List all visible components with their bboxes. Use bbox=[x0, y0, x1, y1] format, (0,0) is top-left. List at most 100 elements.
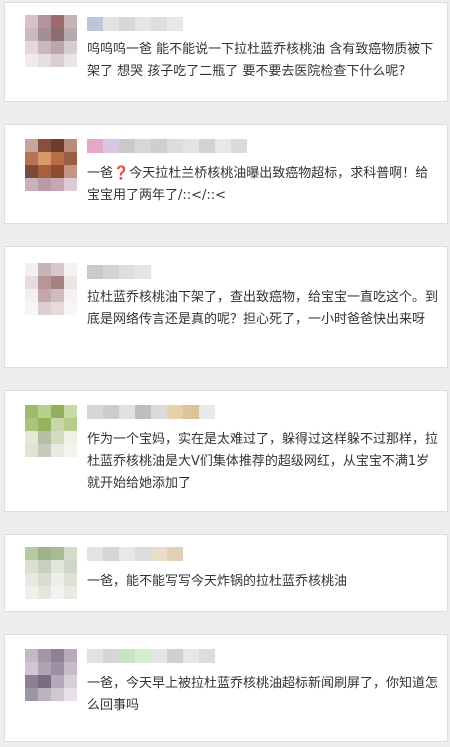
avatar-pixel bbox=[51, 28, 64, 41]
comment-text: 作为一个宝妈，实在是太难过了，躲得过这样躲不过那样，拉杜蓝乔核桃油是大V们集体推… bbox=[87, 432, 439, 491]
avatar-pixel bbox=[38, 276, 51, 289]
avatar-pixel bbox=[25, 405, 38, 418]
name-pixel bbox=[151, 405, 167, 419]
avatar-pixel bbox=[51, 41, 64, 54]
comment-text: 一爸，能不能写写今天炸锅的拉杜蓝乔核桃油 bbox=[87, 574, 348, 589]
avatar-pixel bbox=[51, 662, 64, 675]
avatar-pixel bbox=[25, 263, 38, 276]
name-pixel bbox=[135, 405, 151, 419]
user-name[interactable] bbox=[87, 405, 215, 419]
avatar[interactable] bbox=[25, 139, 77, 191]
comment-card[interactable]: 呜呜呜一爸 能不能说一下拉杜蓝乔核桃油 含有致癌物质被下架了 想哭 孩子吃了二瓶… bbox=[4, 2, 448, 102]
avatar-pixel bbox=[64, 54, 77, 67]
avatar-pixel bbox=[25, 560, 38, 573]
comment-card[interactable]: 作为一个宝妈，实在是太难过了，躲得过这样躲不过那样，拉杜蓝乔核桃油是大V们集体推… bbox=[4, 390, 448, 512]
avatar-pixel bbox=[25, 276, 38, 289]
avatar-pixel bbox=[25, 289, 38, 302]
avatar-pixel bbox=[51, 165, 64, 178]
avatar-pixel bbox=[64, 662, 77, 675]
avatar-pixel bbox=[38, 586, 51, 599]
user-name[interactable] bbox=[87, 139, 247, 153]
comment-text: 呜呜呜一爸 能不能说一下拉杜蓝乔核桃油 含有致癌物质被下架了 想哭 孩子吃了二瓶… bbox=[87, 42, 434, 79]
avatar[interactable] bbox=[25, 405, 77, 457]
avatar-pixel bbox=[64, 547, 77, 560]
comment-text: 一爸❓今天拉杜兰桥核桃油曝出致癌物超标，求科普啊！给宝宝用了两年了/::</::… bbox=[87, 163, 441, 207]
name-pixel bbox=[135, 17, 151, 31]
avatar[interactable] bbox=[25, 15, 77, 67]
avatar-pixel bbox=[38, 15, 51, 28]
name-pixel bbox=[119, 265, 135, 279]
avatar-pixel bbox=[25, 688, 38, 701]
avatar-pixel bbox=[38, 688, 51, 701]
avatar-pixel bbox=[25, 431, 38, 444]
avatar-pixel bbox=[38, 675, 51, 688]
avatar-pixel bbox=[64, 152, 77, 165]
comment-card[interactable]: 一爸❓今天拉杜兰桥核桃油曝出致癌物超标，求科普啊！给宝宝用了两年了/::</::… bbox=[4, 124, 448, 224]
name-pixel bbox=[87, 649, 103, 663]
avatar[interactable] bbox=[25, 649, 77, 701]
name-pixel bbox=[119, 139, 135, 153]
avatar-pixel bbox=[51, 444, 64, 457]
user-name[interactable] bbox=[87, 547, 183, 561]
avatar-pixel bbox=[51, 418, 64, 431]
avatar-pixel bbox=[64, 139, 77, 152]
avatar-pixel bbox=[64, 405, 77, 418]
avatar-pixel bbox=[51, 688, 64, 701]
avatar-pixel bbox=[38, 28, 51, 41]
avatar-pixel bbox=[51, 263, 64, 276]
avatar-pixel bbox=[25, 15, 38, 28]
avatar-pixel bbox=[38, 662, 51, 675]
comment-feed: 呜呜呜一爸 能不能说一下拉杜蓝乔核桃油 含有致癌物质被下架了 想哭 孩子吃了二瓶… bbox=[0, 0, 450, 747]
avatar-pixel bbox=[64, 688, 77, 701]
avatar[interactable] bbox=[25, 263, 77, 315]
comment-card[interactable]: 一爸，今天早上被拉杜蓝乔核桃油超标新闻刷屏了，你知道怎么回事吗 bbox=[4, 634, 448, 742]
name-pixel bbox=[87, 405, 103, 419]
name-pixel bbox=[199, 649, 215, 663]
name-pixel bbox=[87, 547, 103, 561]
avatar-pixel bbox=[25, 662, 38, 675]
name-pixel bbox=[103, 139, 119, 153]
name-pixel bbox=[103, 649, 119, 663]
avatar-pixel bbox=[64, 276, 77, 289]
name-pixel bbox=[103, 547, 119, 561]
avatar-pixel bbox=[38, 547, 51, 560]
name-pixel bbox=[183, 405, 199, 419]
name-pixel bbox=[167, 405, 183, 419]
avatar-pixel bbox=[25, 675, 38, 688]
name-pixel bbox=[135, 547, 151, 561]
name-pixel bbox=[183, 649, 199, 663]
name-pixel bbox=[215, 139, 231, 153]
avatar-pixel bbox=[64, 675, 77, 688]
comment-text: 一爸，今天早上被拉杜蓝乔核桃油超标新闻刷屏了，你知道怎么回事吗 bbox=[87, 676, 439, 713]
avatar-pixel bbox=[25, 547, 38, 560]
avatar-pixel bbox=[25, 54, 38, 67]
comment-card[interactable]: 一爸，能不能写写今天炸锅的拉杜蓝乔核桃油 bbox=[4, 534, 448, 612]
avatar-pixel bbox=[38, 54, 51, 67]
avatar-pixel bbox=[38, 431, 51, 444]
avatar-pixel bbox=[51, 573, 64, 586]
avatar-pixel bbox=[64, 586, 77, 599]
avatar-pixel bbox=[38, 444, 51, 457]
user-name[interactable] bbox=[87, 17, 183, 31]
avatar-pixel bbox=[38, 152, 51, 165]
user-name[interactable] bbox=[87, 649, 215, 663]
avatar-pixel bbox=[64, 444, 77, 457]
name-pixel bbox=[167, 547, 183, 561]
user-name[interactable] bbox=[87, 265, 151, 279]
avatar-pixel bbox=[51, 152, 64, 165]
avatar-pixel bbox=[64, 649, 77, 662]
comment-card[interactable]: 拉杜蓝乔核桃油下架了，查出致癌物，给宝宝一直吃这个。到底是网络传言还是真的呢？担… bbox=[4, 246, 448, 368]
name-pixel bbox=[151, 547, 167, 561]
avatar-pixel bbox=[51, 586, 64, 599]
question-emoji-icon: ❓ bbox=[113, 166, 130, 181]
avatar-pixel bbox=[25, 302, 38, 315]
name-pixel bbox=[167, 139, 183, 153]
avatar-pixel bbox=[51, 649, 64, 662]
name-pixel bbox=[199, 139, 215, 153]
avatar[interactable] bbox=[25, 547, 77, 599]
name-pixel bbox=[119, 547, 135, 561]
avatar-pixel bbox=[51, 675, 64, 688]
avatar-pixel bbox=[38, 165, 51, 178]
avatar-pixel bbox=[38, 405, 51, 418]
name-pixel bbox=[119, 405, 135, 419]
